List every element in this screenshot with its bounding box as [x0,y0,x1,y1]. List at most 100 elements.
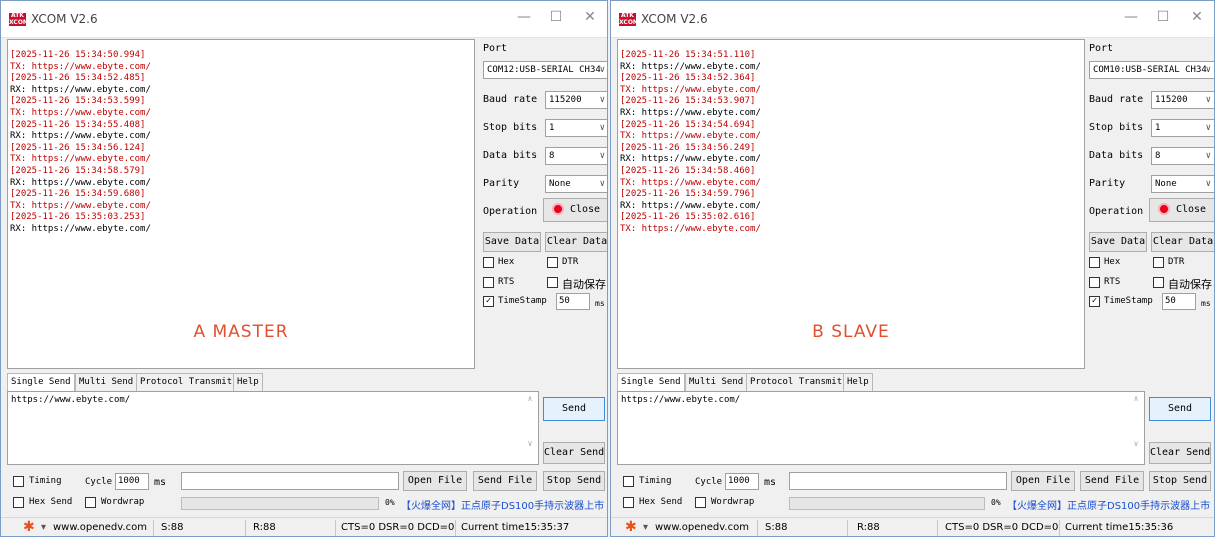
maximize-icon[interactable]: ☐ [1148,9,1178,25]
cycle-input[interactable]: 1000 [725,473,759,490]
role-label: B SLAVE [812,322,890,342]
file-path-input[interactable] [181,472,399,490]
line-status: CTS=0 DSR=0 DCD=0 [341,522,455,533]
timestamp-input[interactable]: 50 [556,293,590,310]
tab-protocol-transmit[interactable]: Protocol Transmit [136,373,237,391]
tab-protocol-transmit[interactable]: Protocol Transmit [746,373,847,391]
open-file-button[interactable]: Open File [1011,471,1075,491]
hex-send-label: Hex Send [29,497,73,507]
save-data-button[interactable]: Save Data [483,232,541,252]
title-bar[interactable]: ATK XCOM XCOM V2.6 — ☐ ✕ [611,1,1214,38]
send-file-button[interactable]: Send File [473,471,537,491]
port-value: COM12:USB-SERIAL CH34 [487,65,601,75]
hex-checkbox[interactable] [1089,257,1100,268]
log-line: [2025-11-26 15:34:59.680] [10,189,146,200]
stop-send-button[interactable]: Stop Send [543,471,605,491]
minimize-icon[interactable]: — [509,9,539,25]
autosave-checkbox[interactable] [547,277,558,288]
open-file-button[interactable]: Open File [403,471,467,491]
port-select[interactable]: COM12:USB-SERIAL CH34 ∨ [483,61,607,79]
save-data-button[interactable]: Save Data [1089,232,1147,252]
wordwrap-checkbox[interactable] [695,497,706,508]
timing-checkbox[interactable] [13,476,24,487]
parity-select[interactable]: None ∨ [1151,175,1214,193]
port-select[interactable]: COM10:USB-SERIAL CH34 ∨ [1089,61,1214,79]
gear-icon[interactable]: ✱ [23,519,35,535]
scrollbar[interactable]: ∧ ∨ [524,394,536,462]
stop-send-button[interactable]: Stop Send [1149,471,1211,491]
port-status-icon [1157,203,1170,215]
send-textarea[interactable]: https://www.ebyte.com/ ∧ ∨ [617,391,1145,465]
chevron-down-icon: ∨ [1205,65,1211,75]
status-separator [245,520,246,536]
send-button[interactable]: Send [1149,397,1211,421]
rts-checkbox[interactable] [1089,277,1100,288]
title-bar[interactable]: ATK XCOM XCOM V2.6 — ☐ ✕ [1,1,607,38]
stop-bits-select[interactable]: 1 ∨ [1151,119,1214,137]
website-link[interactable]: www.openedv.com [655,522,749,533]
tab-help[interactable]: Help [843,373,873,391]
send-textarea[interactable]: https://www.ebyte.com/ ∧ ∨ [7,391,539,465]
baud-select[interactable]: 115200 ∨ [545,91,607,109]
data-bits-label: Data bits [483,150,538,161]
dtr-checkbox[interactable] [547,257,558,268]
hex-send-checkbox[interactable] [623,497,634,508]
timing-checkbox[interactable] [623,476,634,487]
sent-count: S:88 [765,522,788,533]
chevron-down-icon[interactable]: ▾ [41,522,46,533]
log-line: TX: https://www.ebyte.com/ [620,131,761,142]
autosave-checkbox[interactable] [1153,277,1164,288]
status-separator [937,520,938,536]
wordwrap-checkbox[interactable] [85,497,96,508]
rts-checkbox[interactable] [483,277,494,288]
baud-select[interactable]: 115200 ∨ [1151,91,1214,109]
xcom-window-slave: ATK XCOM XCOM V2.6 — ☐ ✕ [2025-11-26 15:3… [610,0,1215,537]
receive-log[interactable]: [2025-11-26 15:34:50.994] TX: https://ww… [7,39,475,369]
close-icon[interactable]: ✕ [575,9,605,25]
clear-data-button[interactable]: Clear Data [1151,232,1214,252]
log-line: RX: https://www.ebyte.com/ [10,223,151,234]
tab-single-send[interactable]: Single Send [617,373,685,392]
receive-log[interactable]: [2025-11-26 15:34:51.110] RX: https://ww… [617,39,1085,369]
timestamp-checkbox[interactable]: ✓ [1089,296,1100,307]
data-bits-select[interactable]: 8 ∨ [545,147,607,165]
cycle-input[interactable]: 1000 [115,473,149,490]
close-port-button[interactable]: Close [1149,198,1214,222]
data-bits-select[interactable]: 8 ∨ [1151,147,1214,165]
gear-icon[interactable]: ✱ [625,519,637,535]
close-icon[interactable]: ✕ [1182,9,1212,25]
clear-data-button[interactable]: Clear Data [545,232,607,252]
hex-checkbox[interactable] [483,257,494,268]
ad-link[interactable]: 【火爆全网】正点原子DS100手持示波器上市 [1007,497,1210,512]
tab-single-send[interactable]: Single Send [7,373,75,392]
chevron-down-icon[interactable]: ▾ [643,522,648,533]
cycle-label: Cycle [85,477,113,487]
operation-label: Operation [1089,206,1144,217]
scrollbar[interactable]: ∧ ∨ [1130,394,1142,462]
clear-send-button[interactable]: Clear Send [1149,442,1211,464]
log-line: [2025-11-26 15:34:54.694] [620,119,756,130]
log-line: [2025-11-26 15:34:53.599] [10,96,146,107]
clear-send-button[interactable]: Clear Send [543,442,605,464]
tab-multi-send[interactable]: Multi Send [75,373,138,391]
baud-value: 115200 [1155,95,1188,105]
dtr-checkbox[interactable] [1153,257,1164,268]
hex-send-checkbox[interactable] [13,497,24,508]
timestamp-input[interactable]: 50 [1162,293,1196,310]
stop-bits-select[interactable]: 1 ∨ [545,119,607,137]
send-file-button[interactable]: Send File [1080,471,1144,491]
website-link[interactable]: www.openedv.com [53,522,147,533]
close-port-button[interactable]: Close [543,198,607,222]
minimize-icon[interactable]: — [1116,9,1146,25]
file-path-input[interactable] [789,472,1007,490]
status-separator [455,520,456,536]
tab-multi-send[interactable]: Multi Send [685,373,748,391]
log-line: [2025-11-26 15:34:52.485] [10,73,146,84]
window-title: XCOM V2.6 [641,12,708,26]
maximize-icon[interactable]: ☐ [541,9,571,25]
tab-help[interactable]: Help [233,373,263,391]
parity-select[interactable]: None ∨ [545,175,607,193]
timestamp-checkbox[interactable]: ✓ [483,296,494,307]
ad-link[interactable]: 【火爆全网】正点原子DS100手持示波器上市 [401,497,604,512]
send-button[interactable]: Send [543,397,605,421]
